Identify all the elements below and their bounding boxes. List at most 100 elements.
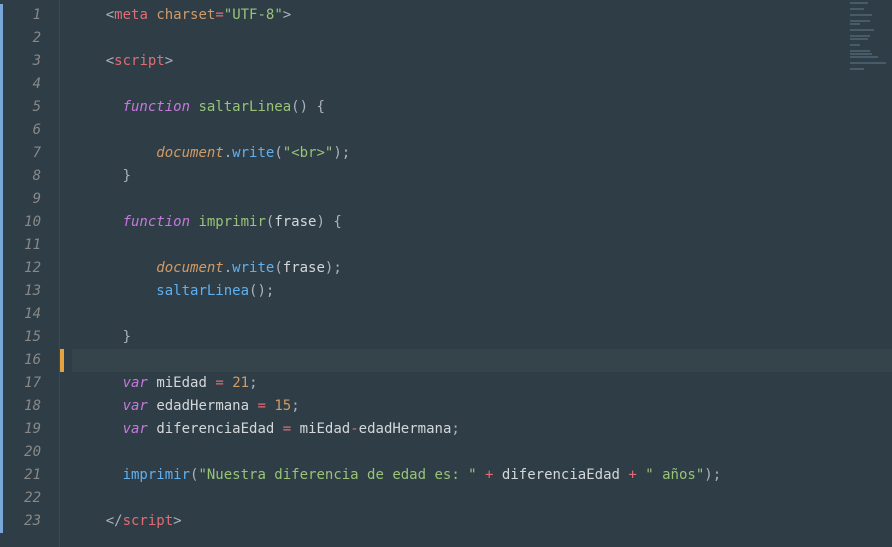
code-token: meta bbox=[114, 7, 148, 23]
code-token: saltarLinea bbox=[198, 99, 291, 115]
line-number: 3 bbox=[0, 50, 59, 73]
line-number: 20 bbox=[0, 441, 59, 464]
code-token: > bbox=[283, 7, 291, 23]
code-token: } bbox=[123, 329, 131, 345]
gutter: 1234567891011121314151617181920212223 bbox=[0, 0, 60, 547]
code-token: ( bbox=[274, 260, 282, 276]
code-line[interactable] bbox=[72, 188, 892, 211]
code-line[interactable] bbox=[72, 487, 892, 510]
code-line[interactable]: } bbox=[72, 326, 892, 349]
code-line[interactable]: var edadHermana = 15; bbox=[72, 395, 892, 418]
code-line[interactable] bbox=[72, 119, 892, 142]
line-number: 14 bbox=[0, 303, 59, 326]
line-number: 1 bbox=[0, 4, 59, 27]
code-token: var bbox=[123, 375, 148, 391]
code-token: document bbox=[156, 145, 223, 161]
code-token: < bbox=[106, 53, 114, 69]
code-token: = bbox=[257, 398, 265, 414]
code-line[interactable] bbox=[72, 73, 892, 96]
minimap-line bbox=[850, 23, 860, 25]
code-token: imprimir bbox=[198, 214, 265, 230]
code-token: > bbox=[165, 53, 173, 69]
code-line[interactable]: </script> bbox=[72, 510, 892, 533]
code-token: + bbox=[628, 467, 636, 483]
code-token: ; bbox=[291, 398, 299, 414]
code-line[interactable]: var diferenciaEdad = miEdad-edadHermana; bbox=[72, 418, 892, 441]
code-token: 15 bbox=[274, 398, 291, 414]
minimap-line bbox=[850, 53, 872, 55]
code-token: saltarLinea bbox=[156, 283, 249, 299]
line-number: 9 bbox=[0, 188, 59, 211]
code-token: ) bbox=[704, 467, 712, 483]
code-editor[interactable]: 1234567891011121314151617181920212223 <m… bbox=[0, 0, 892, 547]
line-number: 15 bbox=[0, 326, 59, 349]
line-number: 8 bbox=[0, 165, 59, 188]
code-token: " años" bbox=[645, 467, 704, 483]
code-token: ) bbox=[316, 214, 324, 230]
minimap-line bbox=[850, 44, 860, 46]
code-line[interactable]: var miEdad = 21; bbox=[72, 372, 892, 395]
code-token bbox=[637, 467, 645, 483]
cursor-marker bbox=[60, 349, 64, 372]
code-token: ( bbox=[274, 145, 282, 161]
code-line[interactable] bbox=[72, 234, 892, 257]
code-token: . bbox=[224, 145, 232, 161]
code-token: ; bbox=[713, 467, 721, 483]
code-token: 21 bbox=[232, 375, 249, 391]
code-line[interactable]: <script> bbox=[72, 50, 892, 73]
code-token: = bbox=[283, 421, 291, 437]
code-token: edadHermana bbox=[359, 421, 452, 437]
code-line[interactable]: function imprimir(frase) { bbox=[72, 211, 892, 234]
code-token: diferenciaEdad bbox=[156, 421, 274, 437]
code-token: var bbox=[123, 421, 148, 437]
code-line[interactable]: document.write(frase); bbox=[72, 257, 892, 280]
code-token: } bbox=[123, 168, 131, 184]
line-number: 6 bbox=[0, 119, 59, 142]
line-number: 17 bbox=[0, 372, 59, 395]
minimap-line bbox=[850, 38, 868, 40]
minimap[interactable] bbox=[850, 2, 890, 72]
code-token: "<br>" bbox=[283, 145, 334, 161]
code-area[interactable]: <meta charset="UTF-8"> <script> function… bbox=[60, 0, 892, 547]
minimap-line bbox=[850, 56, 878, 58]
code-token: > bbox=[173, 513, 181, 529]
gutter-highlight bbox=[0, 4, 3, 533]
minimap-line bbox=[850, 14, 872, 16]
minimap-line bbox=[850, 2, 868, 4]
line-number: 22 bbox=[0, 487, 59, 510]
code-token: ) bbox=[333, 145, 341, 161]
code-line[interactable] bbox=[72, 349, 892, 372]
line-number: 11 bbox=[0, 234, 59, 257]
code-token: miEdad bbox=[156, 375, 207, 391]
line-number: 12 bbox=[0, 257, 59, 280]
minimap-line bbox=[850, 35, 870, 37]
code-token: charset bbox=[156, 7, 215, 23]
code-token: frase bbox=[274, 214, 316, 230]
code-line[interactable]: function saltarLinea() { bbox=[72, 96, 892, 119]
code-token: "UTF-8" bbox=[224, 7, 283, 23]
code-token: ; bbox=[266, 283, 274, 299]
code-token: var bbox=[123, 398, 148, 414]
code-token: miEdad bbox=[300, 421, 351, 437]
code-line[interactable]: <meta charset="UTF-8"> bbox=[72, 4, 892, 27]
minimap-line bbox=[850, 29, 874, 31]
code-line[interactable]: saltarLinea(); bbox=[72, 280, 892, 303]
code-line[interactable]: } bbox=[72, 165, 892, 188]
code-line[interactable] bbox=[72, 27, 892, 50]
code-token: "Nuestra diferencia de edad es: " bbox=[198, 467, 476, 483]
code-token: script bbox=[114, 53, 165, 69]
code-token: </ bbox=[106, 513, 123, 529]
line-number: 23 bbox=[0, 510, 59, 533]
code-line[interactable]: document.write("<br>"); bbox=[72, 142, 892, 165]
line-number: 5 bbox=[0, 96, 59, 119]
line-number: 21 bbox=[0, 464, 59, 487]
code-token: ; bbox=[451, 421, 459, 437]
code-line[interactable] bbox=[72, 441, 892, 464]
code-line[interactable]: imprimir("Nuestra diferencia de edad es:… bbox=[72, 464, 892, 487]
minimap-line bbox=[850, 68, 864, 70]
code-token: { bbox=[333, 214, 341, 230]
code-token: script bbox=[123, 513, 174, 529]
code-line[interactable] bbox=[72, 303, 892, 326]
code-token: = bbox=[215, 375, 223, 391]
minimap-line bbox=[850, 62, 886, 64]
